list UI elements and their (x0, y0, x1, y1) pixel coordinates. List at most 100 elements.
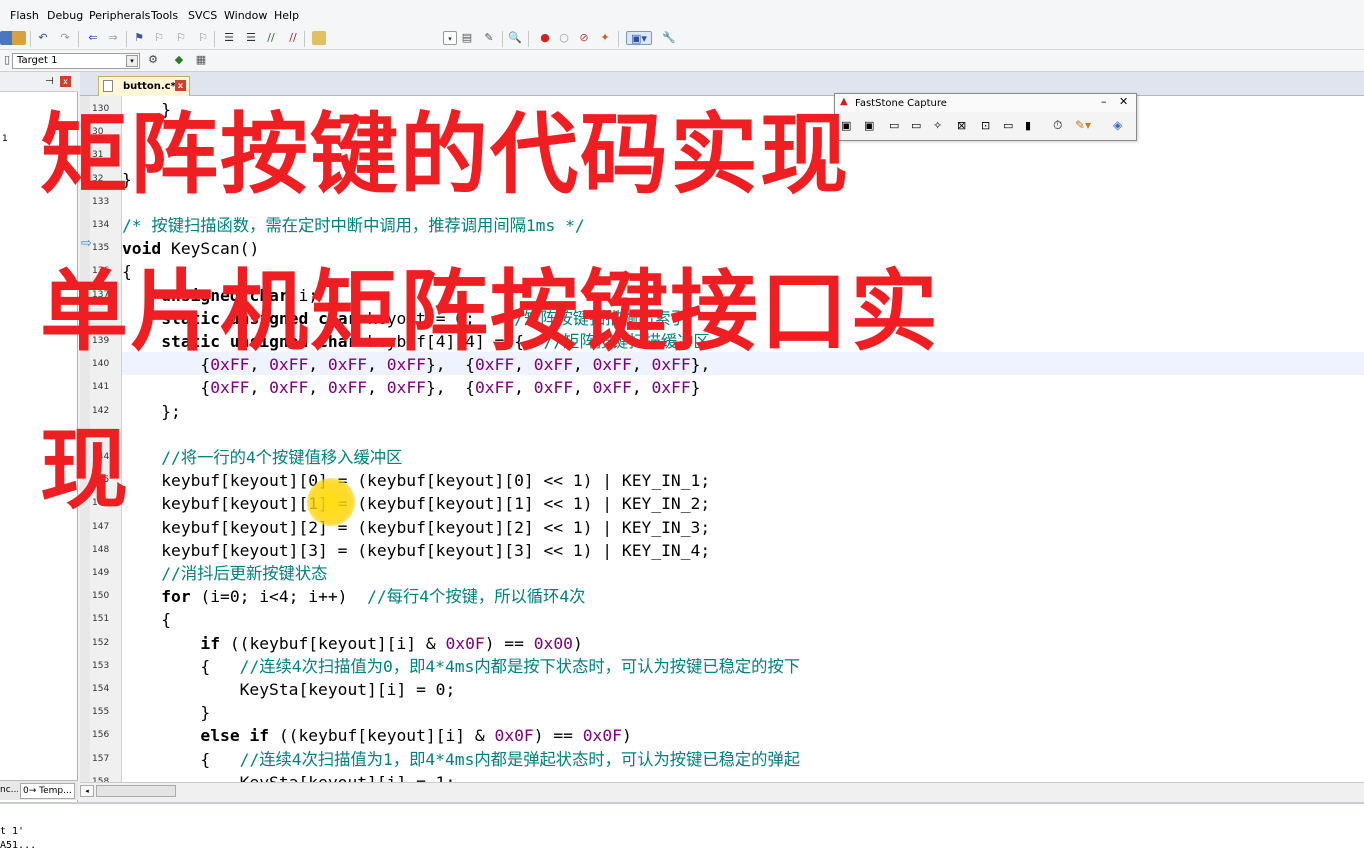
delay-timer-icon[interactable]: ⏱ (1053, 118, 1062, 133)
line-number: 156 (92, 730, 110, 741)
file-extensions-icon[interactable]: ▦ (194, 53, 208, 67)
code-line: KeySta[keyout][i] = 1; (122, 771, 456, 782)
build-output-line: t 1' (0, 826, 25, 837)
insert-breakpoint-icon[interactable]: ● (538, 31, 552, 45)
toolbar-separator (502, 31, 503, 47)
editor-horizontal-scrollbar[interactable]: ◂ (80, 782, 1364, 798)
line-number: 152 (92, 637, 110, 648)
close-tab-icon[interactable]: x (175, 80, 186, 91)
unindent-icon[interactable]: ☰ (244, 31, 258, 45)
close-icon[interactable]: ✕ (1119, 95, 1128, 108)
target-options-icon[interactable]: ⚙ (146, 53, 160, 67)
faststone-titlebar[interactable]: ▲ FastStone Capture – ✕ (835, 94, 1136, 112)
build-output-line: A51... (0, 840, 37, 851)
code-line: { //连续4次扫描值为0，即4*4ms内都是按下状态时，可认为按键已稳定的按下 (122, 656, 801, 676)
save-all-icon[interactable] (12, 31, 26, 45)
capture-fixed-region-icon[interactable]: ⊡ (981, 119, 990, 132)
nav-back-icon[interactable]: ⇐ (86, 31, 100, 45)
debug-session-icon[interactable]: 🔍 (508, 31, 522, 45)
capture-full-screen-icon[interactable]: ✧ (933, 119, 942, 132)
capture-freehand-icon[interactable]: ▭ (911, 119, 921, 132)
code-line: keybuf[keyout][2] = (keybuf[keyout][2] <… (122, 517, 711, 537)
output-settings-icon[interactable]: ✎▾ (1075, 118, 1091, 132)
target-select[interactable]: Target 1 ▾ (12, 53, 140, 69)
menu-window[interactable]: Window (224, 9, 267, 22)
toolbar-separator (214, 31, 215, 47)
overlay-title-line3: 现 (40, 418, 131, 521)
menu-peripherals[interactable]: Peripherals (89, 9, 150, 22)
code-line: void KeyScan() (122, 239, 260, 259)
code-line: }; (122, 401, 181, 421)
menu-help[interactable]: Help (274, 9, 299, 22)
undo-icon[interactable]: ↶ (36, 31, 50, 45)
overlay-title-line1: 矩阵按键的代码实现 (40, 103, 851, 206)
tab-functions[interactable]: nc... (0, 785, 18, 795)
code-line: //将一行的4个按键值移入缓冲区 (161, 448, 403, 467)
toolbar-separator (78, 31, 79, 47)
manage-components-icon[interactable]: ◆ (172, 53, 186, 67)
kill-breakpoints-icon[interactable]: ✦ (598, 31, 612, 45)
capture-rectangle-icon[interactable]: ▭ (889, 119, 899, 132)
menu-svcs[interactable]: SVCS (188, 9, 217, 22)
comment-icon[interactable]: // (264, 31, 278, 45)
line-number: 153 (92, 660, 110, 671)
nav-forward-icon[interactable]: ⇒ (106, 31, 120, 45)
bookmark-icon[interactable]: ⚑ (132, 31, 146, 45)
window-layout-icon[interactable]: ▣▾ (626, 31, 652, 45)
code-line: if ((keybuf[keyout][i] & 0x0F) == 0x00) (200, 633, 583, 653)
line-number: 149 (92, 568, 110, 578)
uncomment-icon[interactable]: // (286, 31, 300, 45)
minimize-icon[interactable]: – (1101, 95, 1107, 108)
prev-bookmark-icon[interactable]: ⚐ (152, 31, 166, 45)
indent-icon[interactable]: ☰ (222, 31, 236, 45)
video-icon[interactable]: ▮ (1025, 119, 1031, 132)
menu-bar: Flash Debug Peripherals Tools SVCS Windo… (0, 0, 1364, 28)
tab-templates[interactable]: 0→ Temp... (20, 783, 75, 799)
code-line: keybuf[keyout][1] = (keybuf[keyout][1] <… (122, 494, 711, 514)
next-bookmark-icon[interactable]: ⚐ (174, 31, 188, 45)
line-number: 142 (92, 405, 110, 416)
capture-window-object-icon[interactable]: ▣ (864, 119, 874, 132)
line-number: 157 (92, 753, 110, 764)
scrollbar-thumb[interactable] (96, 785, 176, 797)
code-line: { (122, 610, 172, 630)
find-icon[interactable]: ▤ (460, 31, 474, 45)
menu-debug[interactable]: Debug (47, 9, 83, 22)
code-line: } (122, 703, 211, 723)
redo-icon[interactable]: ↷ (58, 31, 72, 45)
line-number: 134 (92, 220, 110, 230)
tree-item[interactable]: 1 (2, 134, 8, 144)
code-line: keybuf[keyout][3] = (keybuf[keyout][3] <… (122, 540, 711, 560)
enable-breakpoint-icon[interactable]: ○ (557, 31, 571, 45)
chevron-down-icon[interactable]: ▾ (126, 55, 138, 67)
find-combo-dropdown-icon[interactable]: ▾ (443, 31, 457, 45)
capture-scrolling-icon[interactable]: ⊠ (957, 119, 966, 132)
code-line: keybuf[keyout][0] = (keybuf[keyout][0] <… (122, 471, 711, 491)
screen-recorder-icon[interactable]: ▭ (1003, 119, 1013, 132)
toolbar-separator (30, 31, 31, 47)
find-in-files-icon[interactable] (312, 31, 326, 45)
toolbar-separator (618, 31, 619, 47)
disable-breakpoints-icon[interactable]: ⊘ (577, 31, 591, 45)
code-line: /* 按键扫描函数，需在定时中断中调用，推荐调用间隔1ms */ (122, 216, 585, 235)
close-icon[interactable]: x (60, 76, 71, 87)
line-number: 141 (92, 382, 110, 393)
file-tab-label: button.c* (123, 81, 176, 92)
file-icon (103, 80, 113, 92)
clear-bookmarks-icon[interactable]: ⚐ (196, 31, 210, 45)
incremental-find-icon[interactable]: ✎ (482, 31, 496, 45)
mouse-cursor-highlight (307, 478, 355, 526)
project-panel-tabs: nc... 0→ Temp... (0, 780, 78, 800)
scroll-left-icon[interactable]: ◂ (80, 785, 94, 797)
code-line: //消抖后更新按键状态 (161, 564, 328, 583)
configure-icon[interactable]: 🔧 (662, 31, 676, 45)
file-tab-button-c[interactable]: button.c* x (98, 76, 190, 96)
menu-flash[interactable]: Flash (10, 9, 39, 22)
toolbar-separator (528, 31, 529, 47)
line-number: 148 (92, 544, 110, 555)
settings-menu-icon[interactable]: ◈ (1113, 118, 1122, 132)
line-number: 147 (92, 521, 110, 532)
menu-tools[interactable]: Tools (151, 9, 178, 22)
line-number: 135 (92, 243, 110, 254)
pin-icon[interactable]: ⊣ (45, 76, 54, 87)
